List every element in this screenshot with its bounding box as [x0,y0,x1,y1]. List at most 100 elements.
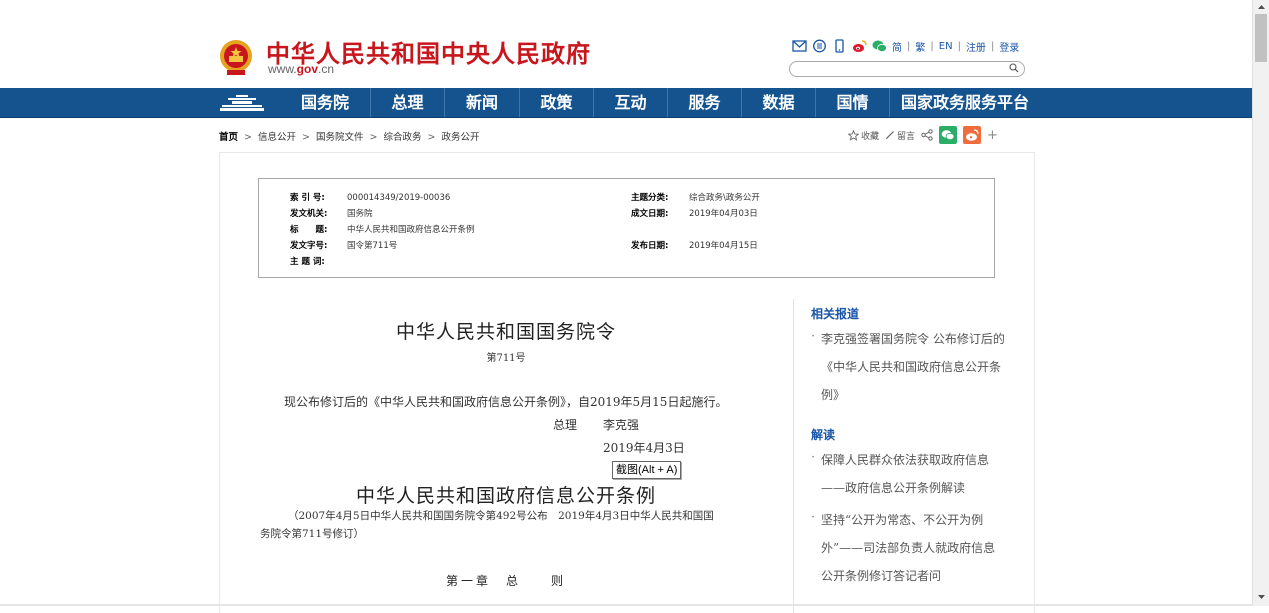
nav-item-national-info[interactable]: 国情 [815,88,889,117]
login-link[interactable]: 登录 [999,39,1019,54]
regulation-subtitle-continued: 务院令第711号修订） [260,528,365,540]
separator: | [957,40,961,52]
nav-item-data[interactable]: 数据 [741,88,815,117]
nav-item-premier[interactable]: 总理 [370,88,444,117]
lang-traditional-link[interactable]: 繁 [915,39,925,54]
interpretation-list: 保障人民群众依法获取政府信息——政府信息公开条例解读 坚持“公开为常态、不公开为… [811,444,1006,590]
article-body: 中华人民共和国国务院令 第711号 现公布修订后的《中华人民共和国政府信息公开条… [220,293,792,613]
wechat-share-button[interactable] [939,126,958,144]
vertical-scrollbar[interactable] [1252,0,1269,606]
regulation-subtitle: （2007年4月5日中华人民共和国国务院令第492号公布 2019年4月3日中华… [288,510,714,522]
meta-label: 主题分类: [631,193,669,203]
page-tools: 收藏 留言 + [848,125,998,145]
related-sidebar: 相关报道 李克强签署国务院令 公布修订后的《中华人民共和国政府信息公开条例》 解… [793,299,1026,613]
scrollbar-thumb[interactable] [1255,14,1267,62]
signatory-name: 李克强 [603,418,640,432]
meta-label: 发文字号: [290,241,328,251]
nav-item-services[interactable]: 服务 [667,88,741,117]
comment-label: 留言 [897,131,916,142]
meta-value: 中华人民共和国政府信息公开条例 [347,225,475,235]
meta-date-written: 成文日期: 2019年04月03日 [631,207,758,219]
register-link[interactable]: 注册 [966,39,986,54]
wechat-icon[interactable] [872,39,887,53]
star-icon [848,129,859,141]
nav-items: 国务院 总理 新闻 政策 互动 服务 数据 国情 国家政务服务平台 [280,88,1040,117]
nav-item-interaction[interactable]: 互动 [593,88,667,117]
meta-value: 2019年04月03日 [689,209,758,219]
breadcrumb-item[interactable]: 政务公开 [441,132,479,143]
meta-title: 标 题: 中华人民共和国政府信息公开条例 [290,223,475,235]
meta-label: 标 题: [290,225,328,235]
article-container: 索 引 号: 000014349/2019-00036 发文机关: 国务院 标 题:… [219,152,1035,613]
breadcrumb-separator: > [244,132,252,143]
breadcrumb-item[interactable]: 综合政务 [383,132,421,143]
meta-issuer: 发文机关: 国务院 [290,207,373,219]
meta-value: 综合政务\政务公开 [689,193,760,203]
breadcrumb-separator: > [369,132,378,143]
related-heading: 相关报道 [811,307,860,321]
chapter-heading: 第一章 总 则 [445,574,566,588]
share-icon[interactable] [921,129,933,141]
weibo-icon[interactable] [852,39,867,53]
pencil-icon [886,131,894,139]
meta-label: 主 题 词: [290,257,325,267]
site-url[interactable]: www.gov.cn [268,62,334,76]
wechat-icon [941,130,955,141]
tiananmen-home-icon[interactable] [218,93,266,113]
separator: | [907,40,911,52]
related-list: 李克强签署国务院令 公布修订后的《中华人民共和国政府信息公开条例》 [811,323,1006,409]
meta-keywords: 主 题 词: [290,255,347,267]
scroll-down-arrow-icon[interactable] [1253,590,1269,604]
meta-label: 成文日期: [631,209,669,219]
rss-icon[interactable] [812,39,827,53]
mail-icon[interactable] [792,39,807,53]
order-number: 第711号 [486,353,526,364]
weibo-share-button[interactable] [963,126,982,144]
breadcrumb-item[interactable]: 国务院文件 [316,132,364,143]
favorite-label: 收藏 [861,131,880,142]
mobile-icon[interactable] [832,39,847,53]
search-icon[interactable] [1009,63,1019,73]
separator: | [930,40,934,52]
meta-doc-no: 发文字号: 国令第711号 [290,239,397,251]
interpretation-link[interactable]: 坚持“公开为常态、不公开为例外”——司法部负责人就政府信息公开条例修订答记者问 [811,504,1006,590]
interpretation-link[interactable]: 保障人民群众依法获取政府信息——政府信息公开条例解读 [811,444,1006,502]
nav-item-state-council[interactable]: 国务院 [280,88,370,117]
lang-english-link[interactable]: EN [939,41,953,52]
related-link[interactable]: 李克强签署国务院令 公布修订后的《中华人民共和国政府信息公开条例》 [811,323,1006,409]
comment-button[interactable]: 留言 [885,129,915,142]
order-title: 中华人民共和国国务院令 [395,321,616,343]
site-header: 中华人民共和国中央人民政府 www.gov.cn 简 | 繁 | EN | 注册… [0,0,1252,88]
signatory-role: 总理 [553,418,578,432]
screenshot-tooltip: 截图(Alt + A) [612,461,682,479]
more-share-button[interactable]: + [987,128,998,143]
meta-value: 国务院 [347,209,373,219]
search-input[interactable] [798,68,1003,81]
interpretation-heading: 解读 [811,428,836,442]
breadcrumb-item[interactable]: 信息公开 [258,132,296,143]
favorite-button[interactable]: 收藏 [848,129,879,142]
meta-value: 国令第711号 [347,241,398,251]
weibo-icon [966,129,979,141]
nav-item-news[interactable]: 新闻 [444,88,519,117]
breadcrumb-home[interactable]: 首页 [219,132,238,143]
meta-label: 发文机关: [290,209,328,219]
search-box [789,61,1025,81]
breadcrumb-separator: > [302,132,310,143]
site-url-prefix: www. [268,62,297,76]
signing-date: 2019年4月3日 [603,441,685,455]
meta-value: 2019年04月15日 [689,241,758,251]
meta-value: 000014349/2019-00036 [347,193,451,203]
site-url-suffix: .cn [318,62,335,76]
document-metadata-box: 索 引 号: 000014349/2019-00036 发文机关: 国务院 标 题:… [258,178,995,278]
scroll-up-arrow-icon[interactable] [1253,0,1269,14]
nav-item-policy[interactable]: 政策 [519,88,593,117]
nav-item-gov-service-platform[interactable]: 国家政务服务平台 [889,88,1040,117]
breadcrumb-separator: > [427,132,436,143]
promulgation-text: 现公布修订后的《中华人民共和国政府信息公开条例》，自2019年5月15日起施行。 [284,395,728,409]
national-emblem-icon[interactable] [218,38,254,78]
breadcrumb: 首页 > 信息公开 > 国务院文件 > 综合政务 > 政务公开 [219,129,479,143]
lang-simplified-link[interactable]: 简 [892,39,902,54]
meta-category: 主题分类: 综合政务\政务公开 [631,191,760,203]
separator: | [990,40,995,52]
